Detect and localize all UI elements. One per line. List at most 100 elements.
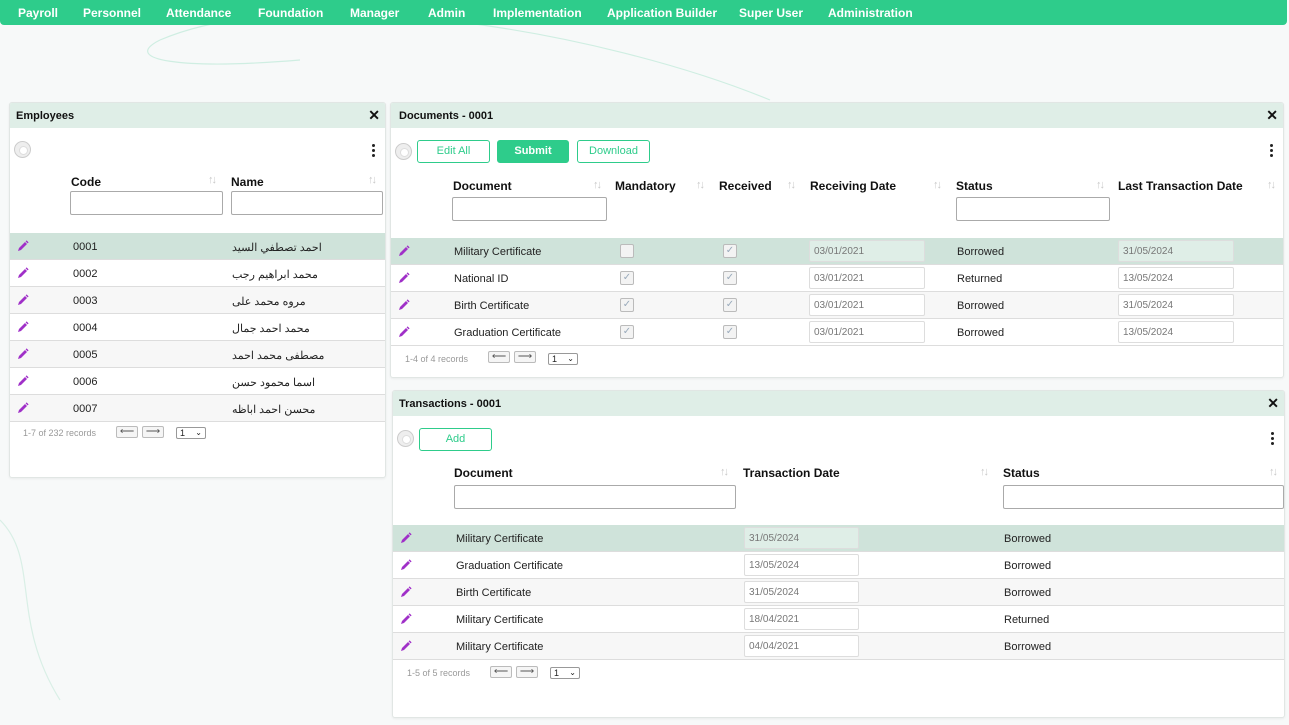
column-header-document[interactable]: Document — [453, 179, 512, 193]
column-header-status[interactable]: Status — [956, 179, 993, 193]
add-button[interactable]: Add — [419, 428, 492, 451]
arrow-left-icon[interactable]: ⟵ — [490, 666, 512, 678]
mandatory-checkbox[interactable]: ✓ — [620, 298, 634, 312]
kebab-menu-icon[interactable] — [1268, 432, 1276, 447]
column-header-last-transaction-date[interactable]: Last Transaction Date — [1118, 179, 1243, 193]
close-icon[interactable]: ✕ — [1267, 395, 1279, 411]
date-field[interactable]: 31/05/2024 — [744, 527, 859, 549]
sort-icon[interactable]: ↑↓ — [720, 466, 729, 478]
arrow-right-icon[interactable]: ⟶ — [142, 426, 164, 438]
received-checkbox[interactable]: ✓ — [723, 298, 737, 312]
nav-item-application-builder[interactable]: Application Builder — [607, 6, 717, 20]
mandatory-checkbox[interactable] — [620, 244, 634, 258]
nav-item-super-user[interactable]: Super User — [739, 6, 803, 20]
arrow-left-icon[interactable]: ⟵ — [488, 351, 510, 363]
table-row[interactable]: 0002 محمد ابراهيم رجب — [10, 260, 385, 287]
download-button[interactable]: Download — [577, 140, 650, 163]
table-row[interactable]: 0003 مروه محمد على — [10, 287, 385, 314]
pencil-icon[interactable] — [397, 244, 411, 258]
pencil-icon[interactable] — [16, 293, 30, 307]
arrow-right-icon[interactable]: ⟶ — [516, 666, 538, 678]
received-checkbox[interactable]: ✓ — [723, 244, 737, 258]
close-icon[interactable]: ✕ — [1266, 107, 1278, 123]
date-field[interactable]: 13/05/2024 — [1118, 267, 1234, 289]
table-row[interactable]: 0005 مصطفى محمد احمد — [10, 341, 385, 368]
nav-item-administration[interactable]: Administration — [828, 6, 913, 20]
table-row[interactable]: Military Certificate 31/05/2024 Borrowed — [393, 525, 1284, 552]
pencil-icon[interactable] — [399, 612, 413, 626]
sort-icon[interactable]: ↑↓ — [1096, 179, 1105, 191]
page-select[interactable]: 1 ⌄ — [550, 667, 580, 679]
document-filter-input[interactable] — [452, 197, 607, 221]
page-select[interactable]: 1 ⌄ — [548, 353, 578, 365]
sort-icon[interactable]: ↑↓ — [1269, 466, 1278, 478]
sort-icon[interactable]: ↑↓ — [368, 174, 377, 186]
column-header-document[interactable]: Document — [454, 466, 513, 480]
table-row[interactable]: Graduation Certificate 13/05/2024 Borrowed — [393, 552, 1284, 579]
arrow-left-icon[interactable]: ⟵ — [116, 426, 138, 438]
nav-item-admin[interactable]: Admin — [428, 6, 465, 20]
kebab-menu-icon[interactable] — [369, 144, 377, 159]
nav-item-payroll[interactable]: Payroll — [18, 6, 58, 20]
pencil-icon[interactable] — [399, 531, 413, 545]
date-field[interactable]: 04/04/2021 — [744, 635, 859, 657]
document-filter-input[interactable] — [454, 485, 736, 509]
pencil-icon[interactable] — [397, 325, 411, 339]
status-filter-input[interactable] — [956, 197, 1110, 221]
column-header-receiving-date[interactable]: Receiving Date — [810, 179, 896, 193]
sort-icon[interactable]: ↑↓ — [1267, 179, 1276, 191]
date-field[interactable]: 31/05/2024 — [1118, 240, 1234, 262]
date-field[interactable]: 03/01/2021 — [809, 240, 925, 262]
pencil-icon[interactable] — [399, 639, 413, 653]
table-row[interactable]: 0006 اسما محمود حسن — [10, 368, 385, 395]
column-header-transaction-date[interactable]: Transaction Date — [743, 466, 840, 480]
pencil-icon[interactable] — [399, 585, 413, 599]
nav-item-personnel[interactable]: Personnel — [83, 6, 141, 20]
pencil-icon[interactable] — [399, 558, 413, 572]
column-header-received[interactable]: Received — [719, 179, 772, 193]
sort-icon[interactable]: ↑↓ — [933, 179, 942, 191]
panel-toggle-icon[interactable] — [395, 143, 412, 160]
sort-icon[interactable]: ↑↓ — [593, 179, 602, 191]
table-row[interactable]: Birth Certificate 31/05/2024 Borrowed — [393, 579, 1284, 606]
mandatory-checkbox[interactable]: ✓ — [620, 271, 634, 285]
name-filter-input[interactable] — [231, 191, 383, 215]
table-row[interactable]: 0004 محمد احمد جمال — [10, 314, 385, 341]
column-header-status[interactable]: Status — [1003, 466, 1040, 480]
received-checkbox[interactable]: ✓ — [723, 271, 737, 285]
pencil-icon[interactable] — [397, 271, 411, 285]
pencil-icon[interactable] — [16, 320, 30, 334]
date-field[interactable]: 13/05/2024 — [744, 554, 859, 576]
table-row[interactable]: 0001 احمد تصطفي السيد — [10, 233, 385, 260]
status-filter-input[interactable] — [1003, 485, 1284, 509]
pencil-icon[interactable] — [16, 401, 30, 415]
sort-icon[interactable]: ↑↓ — [208, 174, 217, 186]
nav-item-implementation[interactable]: Implementation — [493, 6, 582, 20]
panel-toggle-icon[interactable] — [397, 430, 414, 447]
sort-icon[interactable]: ↑↓ — [980, 466, 989, 478]
arrow-right-icon[interactable]: ⟶ — [514, 351, 536, 363]
close-icon[interactable]: ✕ — [368, 107, 380, 123]
table-row[interactable]: Graduation Certificate ✓ ✓ 03/01/2021 Borrow… — [391, 319, 1283, 346]
pencil-icon[interactable] — [16, 374, 30, 388]
table-row[interactable]: 0007 محسن احمد اباظه — [10, 395, 385, 422]
kebab-menu-icon[interactable] — [1267, 144, 1275, 159]
submit-button[interactable]: Submit — [497, 140, 569, 163]
nav-item-attendance[interactable]: Attendance — [166, 6, 231, 20]
date-field[interactable]: 03/01/2021 — [809, 321, 925, 343]
code-filter-input[interactable] — [70, 191, 223, 215]
received-checkbox[interactable]: ✓ — [723, 325, 737, 339]
pencil-icon[interactable] — [16, 347, 30, 361]
pencil-icon[interactable] — [16, 266, 30, 280]
date-field[interactable]: 03/01/2021 — [809, 267, 925, 289]
date-field[interactable]: 31/05/2024 — [1118, 294, 1234, 316]
date-field[interactable]: 18/04/2021 — [744, 608, 859, 630]
page-select[interactable]: 1 ⌄ — [176, 427, 206, 439]
edit-all-button[interactable]: Edit All — [417, 140, 490, 163]
column-header-mandatory[interactable]: Mandatory — [615, 179, 676, 193]
sort-icon[interactable]: ↑↓ — [787, 179, 796, 191]
nav-item-manager[interactable]: Manager — [350, 6, 399, 20]
date-field[interactable]: 31/05/2024 — [744, 581, 859, 603]
panel-toggle-icon[interactable] — [14, 141, 31, 158]
column-header-name[interactable]: Name — [231, 175, 264, 189]
